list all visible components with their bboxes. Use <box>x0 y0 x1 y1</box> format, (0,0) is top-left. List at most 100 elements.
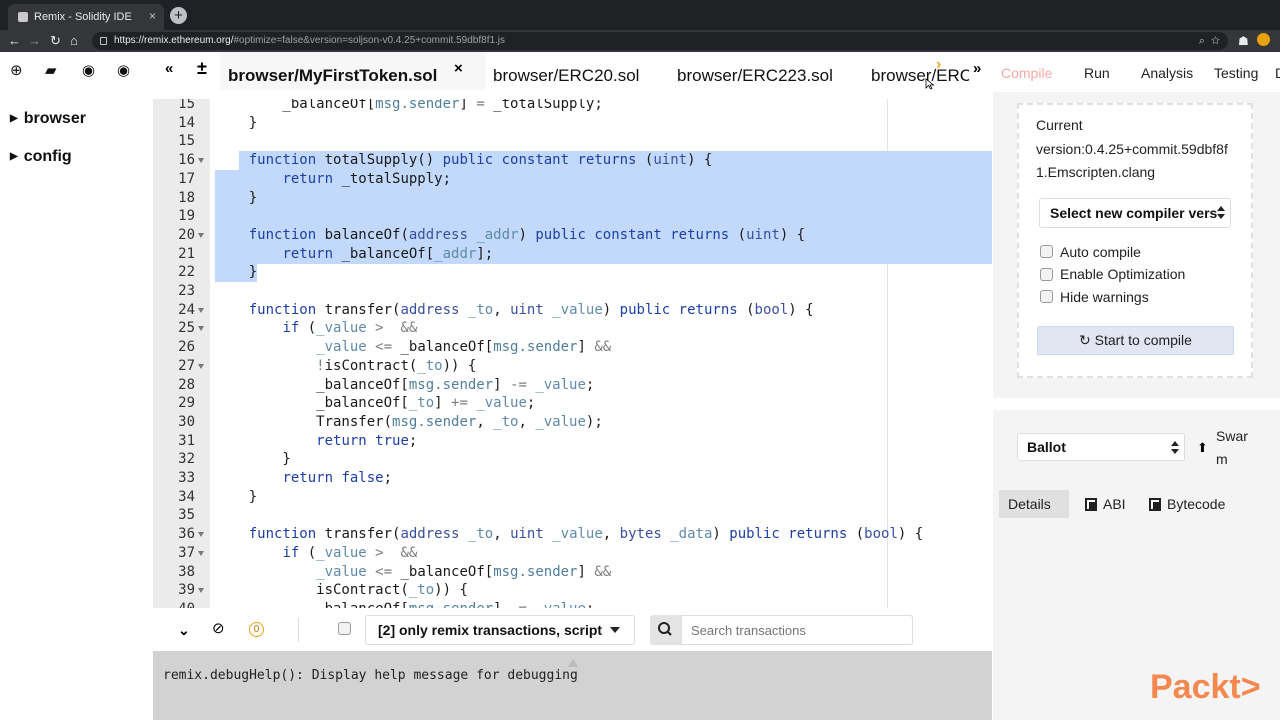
upload-icon[interactable]: ⬆ <box>1197 440 1208 456</box>
browser-toolbar: ← → ↻ ⌂ https://remix.ethereum.org/#opti… <box>0 30 1280 52</box>
tab-analysis[interactable]: Analysis <box>1141 52 1193 92</box>
home-icon[interactable]: ⌂ <box>70 32 78 50</box>
file-explorer: ▶ browser ▶ config <box>0 90 152 720</box>
fold-arrow-icon[interactable] <box>198 307 204 313</box>
code-line[interactable]: 15 _balanceOf[msg.sender] = _totalSupply… <box>153 99 992 114</box>
enable-optimization-checkbox[interactable] <box>1040 268 1053 281</box>
line-number: 15 <box>178 99 195 112</box>
extension-icon[interactable]: ☗ <box>1238 32 1249 50</box>
file-tab-myfirsttoken[interactable]: browser/MyFirstToken.sol <box>220 52 485 90</box>
code-line[interactable]: 32 } <box>153 450 992 469</box>
collapse-terminal-icon[interactable]: ⌄ <box>178 622 190 638</box>
create-file-icon[interactable]: ⊕ <box>10 62 23 80</box>
code-line[interactable]: 17 return _totalSupply; <box>153 170 992 189</box>
code-line[interactable]: 34 } <box>153 488 992 507</box>
hide-warnings-checkbox[interactable] <box>1040 290 1053 303</box>
scroll-tabs-left-icon[interactable]: « <box>165 60 173 77</box>
auto-compile-checkbox[interactable] <box>1040 245 1053 258</box>
code-line[interactable]: 15 <box>153 132 992 151</box>
code-line[interactable]: 19 <box>153 207 992 226</box>
terminal-output: remix.debugHelp(): Display help message … <box>153 651 992 720</box>
code-line[interactable]: 29 _balanceOf[_to] += _value; <box>153 394 992 413</box>
code-line[interactable]: 33 return false; <box>153 469 992 488</box>
clear-console-icon[interactable]: ⊘ <box>212 621 225 637</box>
code-text: } <box>215 264 258 281</box>
code-line[interactable]: 14 } <box>153 114 992 133</box>
file-tab-erc20[interactable]: browser/ERC20.sol <box>493 52 639 90</box>
code-text: return _balanceOf[_addr]; <box>282 245 494 262</box>
fold-arrow-icon[interactable] <box>198 232 204 238</box>
explorer-item-config[interactable]: ▶ config <box>10 148 72 166</box>
scroll-tabs-right-icon[interactable]: » <box>973 60 981 77</box>
line-number: 22 <box>178 264 195 281</box>
code-line[interactable]: 16 function totalSupply() public constan… <box>153 151 992 170</box>
code-line[interactable]: 26 _value <= _balanceOf[msg.sender] && <box>153 338 992 357</box>
tab-testing[interactable]: Testing <box>1214 52 1258 92</box>
github-publish-icon[interactable]: ◉ <box>82 62 95 80</box>
expand-panel-icon[interactable]: ± <box>197 58 207 79</box>
resize-grip-icon[interactable] <box>568 659 578 667</box>
start-compile-button[interactable]: ↻ Start to compile <box>1037 326 1234 355</box>
fold-arrow-icon[interactable] <box>198 588 204 594</box>
explorer-item-browser[interactable]: ▶ browser <box>10 110 86 128</box>
code-line[interactable]: 25 if (_value > && <box>153 319 992 338</box>
orange-pointer-icon: › <box>936 56 942 73</box>
code-line[interactable]: 24 function transfer(address _to, uint _… <box>153 301 992 320</box>
open-folder-icon[interactable]: ▰ <box>45 62 57 80</box>
code-text: function totalSupply() public constant r… <box>248 152 713 169</box>
code-line[interactable]: 39 isContract(_to)) { <box>153 581 992 600</box>
close-file-tab-icon[interactable]: × <box>454 60 463 77</box>
code-line[interactable]: 21 return _balanceOf[_addr]; <box>153 245 992 264</box>
search-transactions-input[interactable] <box>681 615 913 645</box>
code-line[interactable]: 27 !isContract(_to)) { <box>153 357 992 376</box>
zoom-icon[interactable]: ⌕ ☆ <box>1199 32 1220 50</box>
listen-network-checkbox[interactable] <box>338 622 351 635</box>
code-line[interactable]: 28 _balanceOf[msg.sender] -= _value; <box>153 376 992 395</box>
code-line[interactable]: 38 _value <= _balanceOf[msg.sender] && <box>153 563 992 582</box>
code-line[interactable]: 18 } <box>153 189 992 208</box>
code-line[interactable]: 31 return true; <box>153 432 992 451</box>
contract-select[interactable]: Ballot <box>1017 433 1185 461</box>
tab-compile[interactable]: Compile <box>1001 52 1052 92</box>
reload-icon[interactable]: ↻ <box>50 32 61 50</box>
file-tab-erc223[interactable]: browser/ERC223.sol <box>677 52 833 90</box>
code-text: if (_value > && <box>282 544 418 561</box>
compiler-version-select[interactable]: Select new compiler vers <box>1039 198 1231 228</box>
github-gist-icon[interactable]: ◉ <box>117 62 130 80</box>
browser-tab-strip: Remix - Solidity IDE × + <box>0 0 1280 30</box>
new-tab-button[interactable]: + <box>170 7 187 24</box>
forward-arrow-icon[interactable]: → <box>28 32 41 50</box>
code-line[interactable]: 40 _balanceOf[msg.sender] -= _value; <box>153 600 992 608</box>
file-actions-bar: ⊕ ▰ ◉ ◉ <box>0 52 155 90</box>
fold-arrow-icon[interactable] <box>198 532 204 538</box>
code-line[interactable]: 36 function transfer(address _to, uint _… <box>153 525 992 544</box>
fold-arrow-icon[interactable] <box>198 326 204 332</box>
code-line[interactable]: 30 Transfer(msg.sender, _to, _value); <box>153 413 992 432</box>
line-number: 33 <box>178 470 195 486</box>
swarm-button[interactable]: Swar m <box>1216 425 1256 471</box>
code-line[interactable]: 22 } <box>153 263 992 282</box>
fold-arrow-icon[interactable] <box>198 363 204 369</box>
code-line[interactable]: 35 <box>153 506 992 525</box>
fold-arrow-icon[interactable] <box>198 158 204 164</box>
code-line[interactable]: 37 if (_value > && <box>153 544 992 563</box>
file-tab-truncated[interactable]: browser/ERC <box>871 52 969 90</box>
address-bar[interactable]: https://remix.ethereum.org/#optimize=fal… <box>92 32 1228 50</box>
code-line[interactable]: 23 <box>153 282 992 301</box>
line-number: 24 <box>178 301 195 318</box>
browser-tab-title: Remix - Solidity IDE <box>34 11 132 23</box>
tab-run[interactable]: Run <box>1084 52 1110 92</box>
code-line[interactable]: 20 function balanceOf(address _addr) pub… <box>153 226 992 245</box>
close-tab-icon[interactable]: × <box>149 9 156 23</box>
abi-button[interactable]: ABI <box>1085 490 1126 518</box>
details-button[interactable]: Details <box>999 490 1069 518</box>
browser-tab[interactable]: Remix - Solidity IDE × <box>8 4 164 30</box>
profile-avatar[interactable] <box>1257 33 1270 46</box>
back-arrow-icon[interactable]: ← <box>8 32 21 50</box>
fold-arrow-icon[interactable] <box>198 550 204 556</box>
tab-debugger[interactable]: D <box>1275 52 1280 92</box>
transactions-filter-select[interactable]: [2] only remix transactions, script <box>365 615 635 645</box>
start-compile-label: Start to compile <box>1094 332 1192 348</box>
code-editor[interactable]: 15 _balanceOf[msg.sender] = _totalSupply… <box>153 99 992 608</box>
bytecode-button[interactable]: Bytecode <box>1149 490 1225 518</box>
